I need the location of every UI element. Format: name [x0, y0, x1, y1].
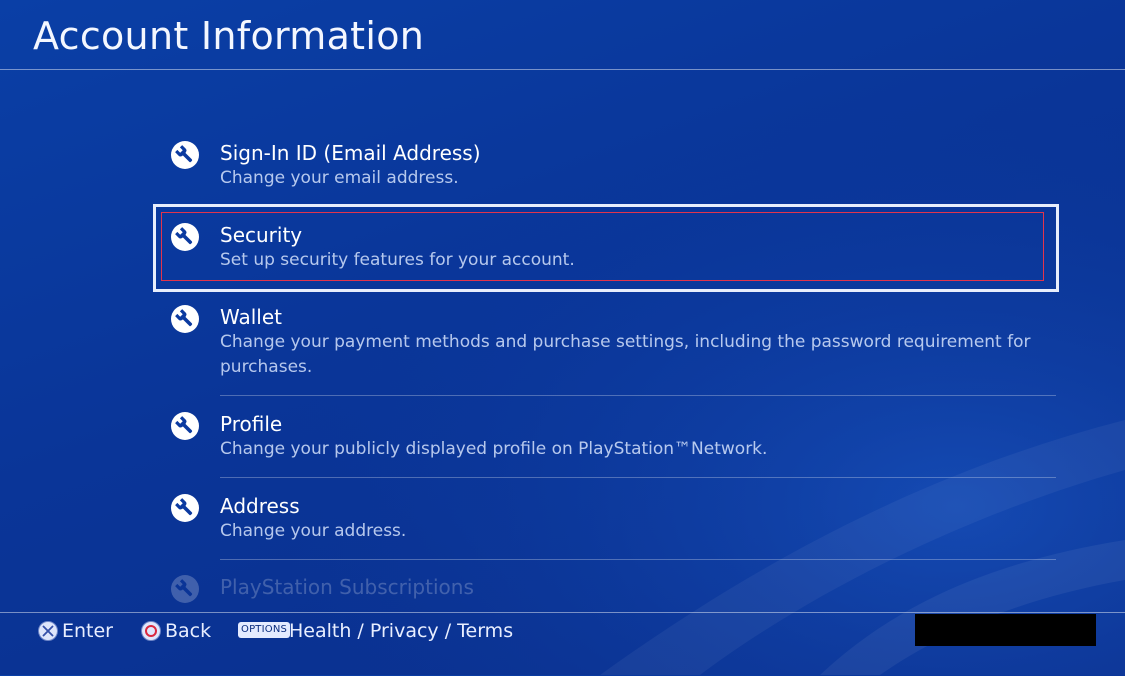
menu-item-description: Change your address. — [220, 521, 407, 541]
menu-item-label: PlayStation Subscriptions — [220, 575, 474, 599]
menu-item-label: Profile — [220, 412, 283, 436]
cross-button-icon — [38, 621, 58, 641]
menu-item-address[interactable]: Address Change your address. — [168, 493, 1056, 560]
back-label: Back — [165, 620, 212, 642]
menu-item-label: Sign-In ID (Email Address) — [220, 141, 481, 165]
wrench-icon — [171, 305, 199, 333]
wrench-icon — [171, 575, 199, 603]
menu-item-sign-in-id[interactable]: Sign-In ID (Email Address) Change your e… — [168, 140, 1056, 200]
menu-item-description: Change your email address. — [220, 168, 459, 188]
options-button-icon: OPTIONS — [238, 622, 291, 638]
menu-item-label: Address — [220, 494, 300, 518]
divider — [220, 559, 1056, 560]
menu-item-label: Wallet — [220, 305, 283, 329]
options-hint[interactable]: OPTIONS Health / Privacy / Terms — [238, 620, 528, 644]
wrench-icon — [171, 141, 199, 169]
redacted-area — [915, 614, 1096, 646]
menu-item-description: Change your payment methods and purchase… — [220, 332, 1031, 377]
menu-item-playstation-subscriptions[interactable]: PlayStation Subscriptions — [168, 574, 1056, 610]
enter-hint[interactable]: Enter — [37, 620, 117, 644]
circle-button-icon — [141, 621, 161, 641]
menu-item-profile[interactable]: Profile Change your publicly displayed p… — [168, 411, 1056, 478]
back-hint[interactable]: Back — [140, 620, 220, 644]
divider — [220, 395, 1056, 396]
divider — [220, 477, 1056, 478]
menu-item-description: Change your publicly displayed profile o… — [220, 439, 768, 459]
account-menu-list: Sign-In ID (Email Address) Change your e… — [0, 0, 1125, 610]
menu-item-wallet[interactable]: Wallet Change your payment methods and p… — [168, 304, 1056, 396]
selection-highlight-outline — [161, 212, 1044, 281]
options-label: Health / Privacy / Terms — [289, 620, 514, 642]
wrench-icon — [171, 494, 199, 522]
wrench-icon — [171, 412, 199, 440]
enter-label: Enter — [62, 620, 113, 642]
